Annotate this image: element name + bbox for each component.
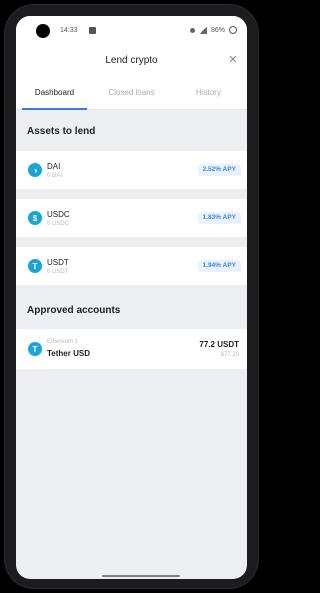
battery-icon — [229, 26, 237, 34]
asset-name: DAI — [47, 162, 61, 171]
asset-balance: 0 DAI — [47, 173, 63, 179]
asset-balance: 0 USDT — [47, 269, 69, 275]
asset-name: USDT — [47, 258, 69, 267]
wifi-icon — [189, 27, 195, 33]
usdt-icon: T — [28, 259, 42, 273]
section-title-accounts: Approved accounts — [27, 305, 121, 316]
page-title: Lend crypto — [105, 55, 158, 66]
status-icons: 86% — [189, 26, 237, 34]
home-indicator[interactable] — [102, 575, 180, 577]
apy-badge: 2.52% APY — [197, 164, 241, 176]
apy-badge: 1.94% APY — [197, 260, 241, 272]
tab-history[interactable]: History — [170, 76, 247, 109]
app-screen: 14:33 86% Lend crypto ✕ Dashboard Closed… — [16, 16, 247, 579]
notification-icon — [89, 27, 96, 34]
account-name: Tether USD — [47, 349, 90, 358]
close-icon[interactable]: ✕ — [227, 54, 239, 66]
asset-row-usdt[interactable]: T USDT 0 USDT 1.94% APY — [16, 247, 247, 285]
asset-row-usdc[interactable]: $ USDC 0 USDC 1.83% APY — [16, 199, 247, 237]
camera-cutout — [36, 24, 50, 38]
asset-balance: 0 USDC — [47, 221, 70, 227]
tab-bar: Dashboard Closed loans History — [16, 76, 247, 110]
account-row-tether[interactable]: T Ethereum 1 Tether USD 77.2 USDT $77.20 — [16, 329, 247, 369]
account-amount: 77.2 USDT — [199, 340, 239, 349]
tab-dashboard[interactable]: Dashboard — [16, 76, 93, 110]
asset-name: USDC — [47, 210, 70, 219]
account-fiat-value: $77.20 — [220, 352, 239, 358]
usdc-icon: $ — [28, 211, 42, 225]
account-network: Ethereum 1 — [47, 339, 79, 345]
asset-row-dai[interactable]: ◑ DAI 0 DAI 2.52% APY — [16, 151, 247, 189]
app-header: Lend crypto ✕ — [16, 46, 247, 76]
status-time: 14:33 — [60, 27, 78, 34]
tab-closed-loans[interactable]: Closed loans — [93, 76, 170, 109]
dai-icon: ◑ — [28, 163, 42, 177]
section-title-assets: Assets to lend — [27, 126, 96, 137]
battery-percent: 86% — [210, 26, 225, 34]
signal-icon — [198, 26, 207, 34]
status-bar: 14:33 86% — [16, 16, 247, 46]
apy-badge: 1.83% APY — [197, 212, 241, 224]
usdt-icon: T — [28, 342, 42, 356]
